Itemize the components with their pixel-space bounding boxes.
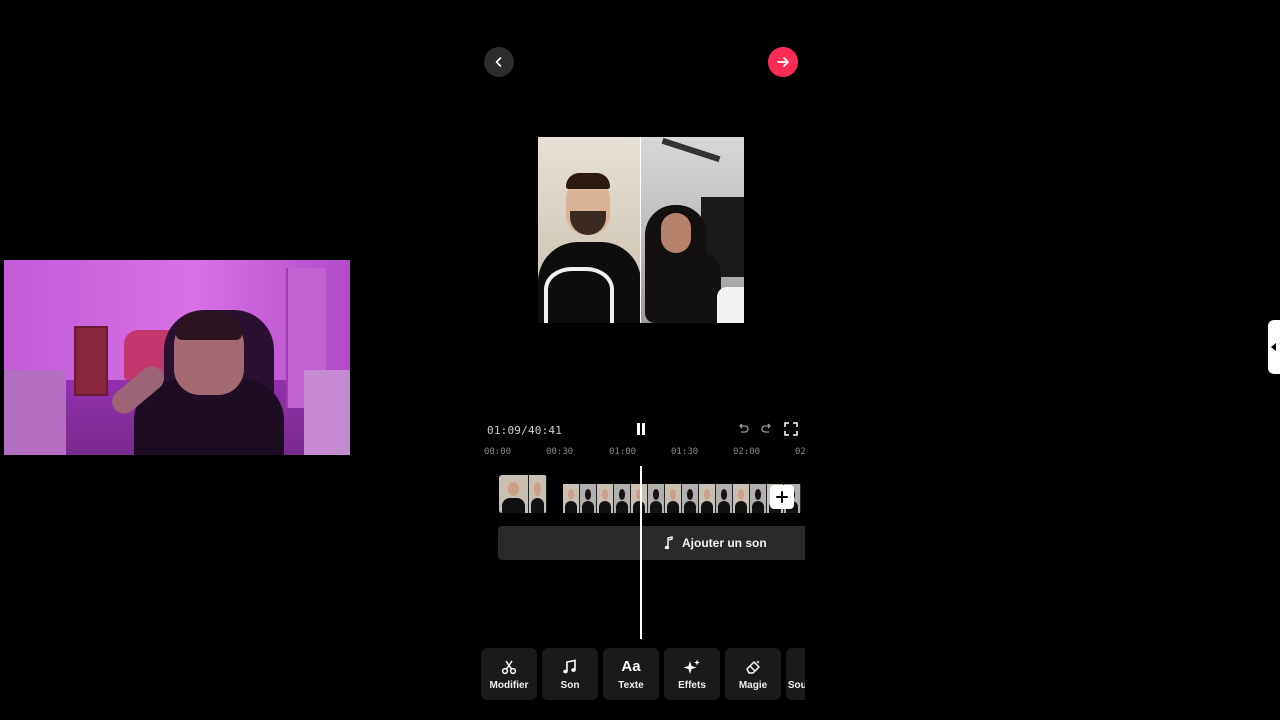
webcam-shelf xyxy=(4,370,66,455)
tool-label: Magie xyxy=(738,679,768,691)
tool-icon-wrap xyxy=(744,658,762,676)
timeline-ruler: 00:00 00:30 01:00 01:30 02:00 02:30 xyxy=(484,447,805,461)
sparkles-icon xyxy=(683,659,700,674)
clip-thumbnail xyxy=(682,484,699,513)
preview-right-face xyxy=(661,213,691,253)
timecode: 01:09/40:41 xyxy=(487,424,562,437)
video-preview[interactable] xyxy=(538,137,744,323)
magic-eraser-icon xyxy=(746,659,760,674)
add-sound-button[interactable]: Ajouter un son xyxy=(498,526,805,560)
preview-right-pane xyxy=(641,137,744,323)
clip-thumbnail xyxy=(648,484,665,513)
redo-icon xyxy=(761,423,771,433)
clip-thumbnail xyxy=(716,484,733,513)
pause-icon xyxy=(637,423,645,435)
clip-thumbnail xyxy=(499,475,529,513)
add-clip-button[interactable] xyxy=(770,485,794,509)
ruler-tick: 00:30 xyxy=(546,447,574,457)
edit-toolbar: Modifier Son Aa Texte Effets Magie Sou xyxy=(481,648,805,700)
caret-left-icon xyxy=(1271,343,1276,351)
music-note-icon xyxy=(563,659,576,673)
webcam-table xyxy=(304,370,350,455)
undo-icon xyxy=(739,423,749,433)
tool-icon-wrap xyxy=(562,658,578,676)
tool-sous-titres[interactable]: Sous-titres xyxy=(786,648,805,700)
webcam-overlay xyxy=(4,260,350,455)
clip-thumbnail xyxy=(614,484,631,513)
video-clip-first[interactable] xyxy=(499,475,547,513)
time-separator: / xyxy=(521,424,528,437)
tool-texte[interactable]: Aa Texte xyxy=(603,648,659,700)
arrow-right-icon xyxy=(777,57,789,67)
preview-left-shirt-logo xyxy=(544,267,614,323)
tool-modifier[interactable]: Modifier xyxy=(481,648,537,700)
scissors-icon xyxy=(501,660,517,674)
preview-right-lamp xyxy=(661,137,721,163)
tool-label: Son xyxy=(560,679,580,691)
ruler-tick: 01:00 xyxy=(609,447,637,457)
back-button[interactable] xyxy=(484,47,514,77)
tool-label: Sous-titres xyxy=(787,679,805,691)
music-note-icon xyxy=(664,536,673,550)
clip-thumbnail xyxy=(750,484,767,513)
clip-thumbnail xyxy=(665,484,682,513)
undo-button[interactable] xyxy=(735,420,751,438)
ruler-tick: 01:30 xyxy=(671,447,699,457)
pause-button[interactable] xyxy=(632,420,650,438)
video-clip-second[interactable] xyxy=(563,484,805,513)
preview-left-pane xyxy=(538,137,641,323)
ruler-tick: 02:00 xyxy=(733,447,761,457)
webcam-person-hair xyxy=(176,312,242,340)
timeline[interactable]: Ajouter un son xyxy=(484,462,805,642)
clip-thumbnail xyxy=(580,484,597,513)
preview-left-hair xyxy=(566,173,610,189)
tool-label: Texte xyxy=(618,679,644,691)
tool-son[interactable]: Son xyxy=(542,648,598,700)
tool-label: Effets xyxy=(678,679,706,691)
chevron-left-icon xyxy=(495,57,502,67)
add-sound-label-group: Ajouter un son xyxy=(664,526,767,560)
add-sound-label: Ajouter un son xyxy=(682,536,767,550)
side-panel-handle[interactable] xyxy=(1268,320,1280,374)
tool-icon-wrap xyxy=(683,658,701,676)
fullscreen-button[interactable] xyxy=(783,420,799,438)
clip-thumbnail xyxy=(563,484,580,513)
tool-effets[interactable]: Effets xyxy=(664,648,720,700)
clip-thumbnail xyxy=(529,475,547,513)
text-aa-icon: Aa xyxy=(621,658,641,675)
webcam-cabinet xyxy=(74,326,108,396)
redo-button[interactable] xyxy=(759,420,775,438)
preview-right-body xyxy=(655,253,721,323)
clip-thumbnail xyxy=(597,484,614,513)
fullscreen-icon xyxy=(784,422,798,436)
playhead[interactable] xyxy=(640,466,642,639)
total-time: 40:41 xyxy=(527,424,563,437)
plus-icon xyxy=(776,491,788,503)
clip-thumbnail xyxy=(733,484,750,513)
ruler-tick: 00:00 xyxy=(484,447,512,457)
tool-label: Modifier xyxy=(489,679,529,691)
tool-magie[interactable]: Magie xyxy=(725,648,781,700)
next-button[interactable] xyxy=(768,47,798,77)
ruler-tick: 02:30 xyxy=(795,447,805,457)
tool-icon-wrap xyxy=(501,658,517,676)
current-time: 01:09 xyxy=(487,424,522,437)
clip-thumbnail xyxy=(699,484,716,513)
preview-right-white-object xyxy=(717,287,744,323)
